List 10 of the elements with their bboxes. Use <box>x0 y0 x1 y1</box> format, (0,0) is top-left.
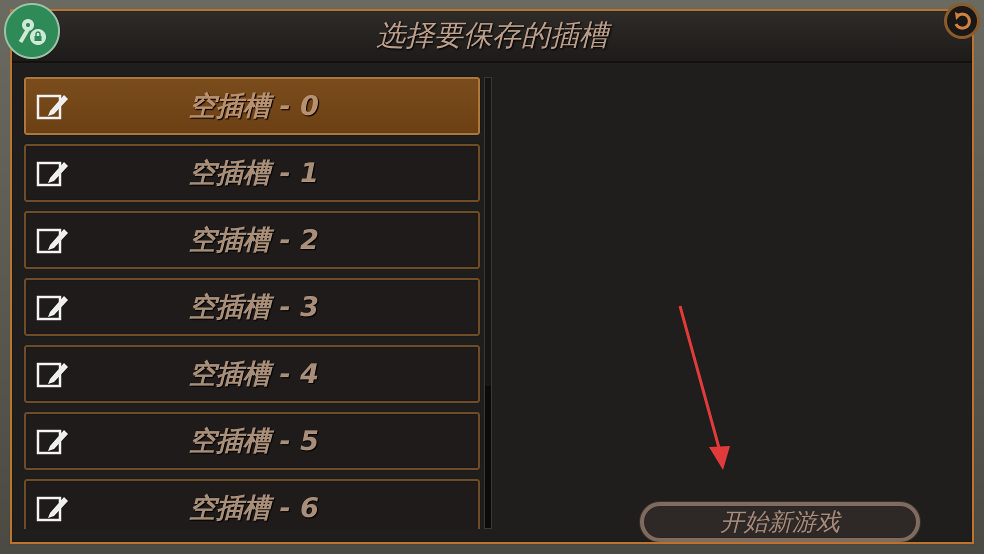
save-slot[interactable]: 空插槽 - 4 <box>24 345 480 403</box>
save-slot[interactable]: 空插槽 - 3 <box>24 278 480 336</box>
save-slot[interactable]: 空插槽 - 2 <box>24 211 480 269</box>
save-slot[interactable]: 空插槽 - 6 <box>24 479 480 529</box>
new-game-button[interactable]: 开始新游戏 <box>640 502 920 542</box>
save-slot[interactable]: 空插槽 - 5 <box>24 412 480 470</box>
save-slot[interactable]: 空插槽 - 1 <box>24 144 480 202</box>
key-lock-icon <box>17 16 47 46</box>
scrollbar-thumb[interactable] <box>485 78 491 386</box>
scrollbar[interactable] <box>484 77 492 529</box>
